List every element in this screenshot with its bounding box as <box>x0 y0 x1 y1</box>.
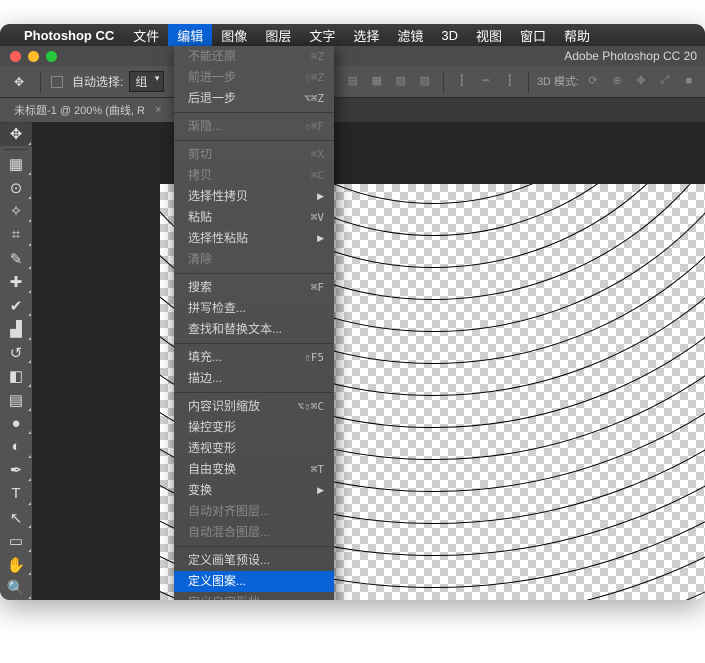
menu-item: 自动混合图层... <box>174 522 334 543</box>
lasso-tool[interactable]: ⊙ <box>0 176 32 200</box>
menu-item: 拷贝⌘C <box>174 165 334 186</box>
distribute-h-icon[interactable]: ┇ <box>452 71 472 91</box>
minimize-window-button[interactable] <box>28 51 39 62</box>
auto-select-label: 自动选择: <box>72 73 123 90</box>
menu-窗口[interactable]: 窗口 <box>511 24 555 46</box>
zoom-window-button[interactable] <box>46 51 57 62</box>
zoom-tool[interactable]: 🔍 <box>0 576 32 600</box>
close-tab-icon[interactable]: × <box>155 104 161 116</box>
menu-item: 前进一步⇧⌘Z <box>174 67 334 88</box>
window-title: Adobe Photoshop CC 20 <box>564 49 697 63</box>
submenu-arrow-icon: ▶ <box>317 482 324 499</box>
eraser-tool[interactable]: ◧ <box>0 364 32 388</box>
document-tabs: 未标题-1 @ 200% (曲线, R × <box>0 98 705 122</box>
distribute-3-icon[interactable]: ┇ <box>500 71 520 91</box>
menu-item[interactable]: 自由变换⌘T <box>174 459 334 480</box>
submenu-arrow-icon: ▶ <box>317 230 324 247</box>
menu-帮助[interactable]: 帮助 <box>555 24 599 46</box>
alignment-controls: ▤ ▥ ▤ ▦ ▧ ▨ ┇ ┅ ┇ 3D 模式: ⟳ ⊕ ✥ ⤢ ■ <box>295 71 705 93</box>
menu-item: 定义自定形状... <box>174 592 334 600</box>
3d-scale-icon[interactable]: ⤢ <box>655 71 675 91</box>
system-menubar: Photoshop CC 文件编辑图像图层文字选择滤镜3D视图窗口帮助 <box>0 24 705 46</box>
menu-item[interactable]: 拼写检查... <box>174 298 334 319</box>
menu-item[interactable]: 定义图案... <box>174 571 334 592</box>
menu-item[interactable]: 粘贴⌘V <box>174 207 334 228</box>
distribute-v-icon[interactable]: ┅ <box>476 71 496 91</box>
pen-tool[interactable]: ✒ <box>0 459 32 483</box>
move-tool[interactable]: ✥ <box>0 122 32 146</box>
menu-3D[interactable]: 3D <box>432 24 467 46</box>
window-titlebar: Adobe Photoshop CC 20 <box>0 46 705 66</box>
artboard-tool[interactable]: ▦ <box>0 153 32 177</box>
menu-item[interactable]: 描边... <box>174 368 334 389</box>
menu-item[interactable]: 变换▶ <box>174 480 334 501</box>
document-tab[interactable]: 未标题-1 @ 200% (曲线, R × <box>0 98 178 122</box>
3d-camera-icon[interactable]: ■ <box>679 71 699 91</box>
mode-3d-label: 3D 模式: <box>537 71 579 91</box>
menu-item[interactable]: 操控变形 <box>174 417 334 438</box>
rectangle-tool[interactable]: ▭ <box>0 529 32 553</box>
menu-item: 自动对齐图层... <box>174 501 334 522</box>
gradient-tool[interactable]: ▤ <box>0 388 32 412</box>
menu-item[interactable]: 透视变形 <box>174 438 334 459</box>
menu-item[interactable]: 选择性拷贝▶ <box>174 186 334 207</box>
menu-滤镜[interactable]: 滤镜 <box>388 24 432 46</box>
edit-menu-dropdown: 不能还原⌘Z前进一步⇧⌘Z后退一步⌥⌘Z 渐隐...⇧⌘F 剪切⌘X拷贝⌘C选择性拷… <box>174 46 334 600</box>
menu-item[interactable]: 后退一步⌥⌘Z <box>174 88 334 109</box>
menu-编辑[interactable]: 编辑 <box>168 24 212 46</box>
options-bar: ✥ 自动选择: 组 ▤ ▥ ▤ ▦ ▧ ▨ ┇ ┅ ┇ 3D 模式: ⟳ ⊕ ✥… <box>0 66 705 98</box>
menu-item[interactable]: 定义画笔预设... <box>174 550 334 571</box>
align-middle-icon[interactable]: ▧ <box>391 71 411 91</box>
close-window-button[interactable] <box>10 51 21 62</box>
eyedropper-tool[interactable]: ✎ <box>0 247 32 271</box>
document-tab-label: 未标题-1 @ 200% (曲线, R <box>14 102 145 118</box>
menu-item[interactable]: 填充...⇧F5 <box>174 347 334 368</box>
current-tool-icon[interactable]: ✥ <box>8 75 30 89</box>
menu-视图[interactable]: 视图 <box>467 24 511 46</box>
clone-stamp-tool[interactable]: ▟ <box>0 317 32 341</box>
menu-item[interactable]: 搜索⌘F <box>174 277 334 298</box>
menu-item[interactable]: 内容识别缩放⌥⇧⌘C <box>174 396 334 417</box>
app-name[interactable]: Photoshop CC <box>24 28 114 43</box>
blur-tool[interactable]: ● <box>0 412 32 436</box>
healing-brush-tool[interactable]: ✚ <box>0 270 32 294</box>
menu-文字[interactable]: 文字 <box>300 24 344 46</box>
menu-item: 剪切⌘X <box>174 144 334 165</box>
submenu-arrow-icon: ▶ <box>317 188 324 205</box>
hand-tool[interactable]: ✋ <box>0 553 32 577</box>
menu-item[interactable]: 选择性粘贴▶ <box>174 228 334 249</box>
dodge-tool[interactable]: ◐ <box>0 435 32 459</box>
tools-panel: ✥ ▦⊙✧⌗✎✚✔▟↺◧▤●◐✒T↖▭✋🔍 <box>0 122 32 600</box>
menu-item: 不能还原⌘Z <box>174 46 334 67</box>
3d-orbit-icon[interactable]: ⟳ <box>583 71 603 91</box>
align-right-icon[interactable]: ▤ <box>343 71 363 91</box>
menu-文件[interactable]: 文件 <box>124 24 168 46</box>
menu-图像[interactable]: 图像 <box>212 24 256 46</box>
brush-tool[interactable]: ✔ <box>0 294 32 318</box>
3d-move-icon[interactable]: ✥ <box>631 71 651 91</box>
crop-tool[interactable]: ⌗ <box>0 223 32 247</box>
auto-select-checkbox[interactable] <box>51 76 63 88</box>
magic-wand-tool[interactable]: ✧ <box>0 200 32 224</box>
history-brush-tool[interactable]: ↺ <box>0 341 32 365</box>
menu-item[interactable]: 查找和替换文本... <box>174 319 334 340</box>
3d-pan-icon[interactable]: ⊕ <box>607 71 627 91</box>
menu-选择[interactable]: 选择 <box>344 24 388 46</box>
type-tool[interactable]: T <box>0 482 32 506</box>
align-bottom-icon[interactable]: ▨ <box>415 71 435 91</box>
auto-select-dropdown[interactable]: 组 <box>129 71 164 92</box>
path-select-tool[interactable]: ↖ <box>0 506 32 530</box>
menu-item: 渐隐...⇧⌘F <box>174 116 334 137</box>
menu-图层[interactable]: 图层 <box>256 24 300 46</box>
align-top-icon[interactable]: ▦ <box>367 71 387 91</box>
menu-item: 清除 <box>174 249 334 270</box>
